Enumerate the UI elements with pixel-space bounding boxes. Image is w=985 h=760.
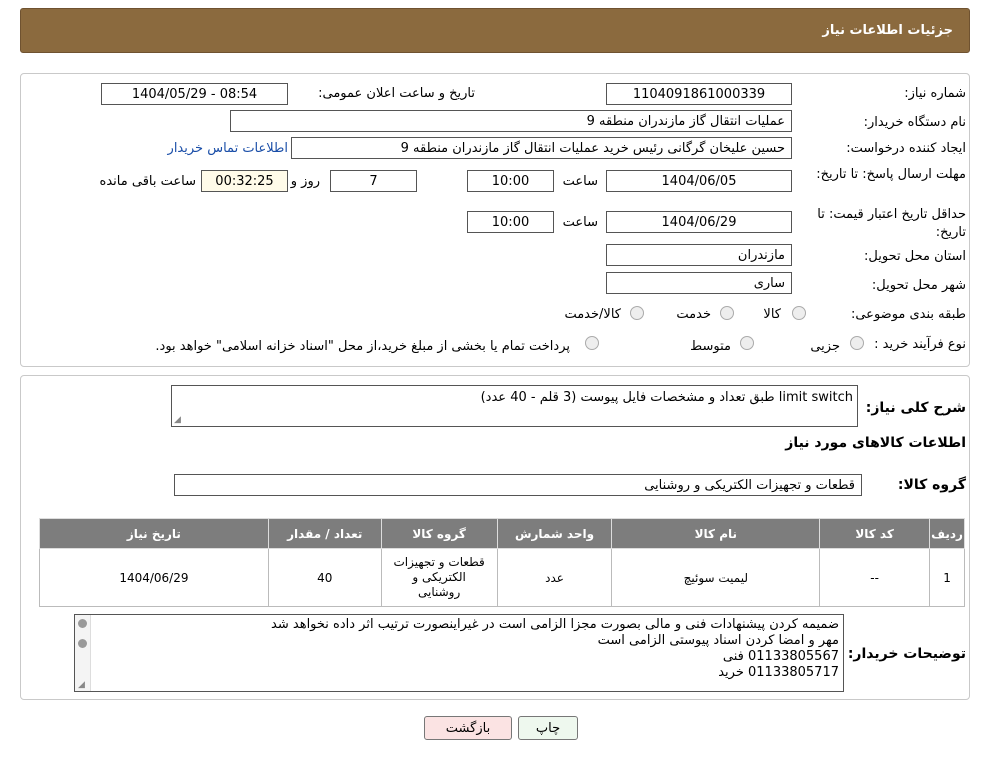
resize-handle-icon[interactable]: ◢ <box>174 415 181 425</box>
buyer-notes-scrollbar[interactable]: ◢ <box>75 615 91 691</box>
buyer-org-field: عملیات انتقال گاز مازندران منطقه 9 <box>230 110 792 132</box>
process-radio-treasury[interactable] <box>585 336 599 350</box>
category-radio-service[interactable] <box>720 306 734 320</box>
response-time-field: 10:00 <box>467 170 554 192</box>
category-option-goods: کالا <box>763 307 781 322</box>
col-header-row-number: ردیف <box>929 518 965 549</box>
col-header-goods-group: گروه کالا <box>380 518 498 549</box>
delivery-city-field: ساری <box>606 272 792 294</box>
buyer-notes-textarea[interactable]: ◢ ضمیمه کردن پیشنهادات فنی و مالی بصورت … <box>74 614 844 692</box>
goods-table-wrapper: ردیف کد کالا نام کالا واحد شمارش گروه کا… <box>39 518 965 607</box>
process-option-medium: متوسط <box>690 339 731 354</box>
col-header-quantity: تعداد / مقدار <box>267 518 382 549</box>
col-header-item-name: نام کالا <box>611 518 821 549</box>
category-radio-goods-service[interactable] <box>630 306 644 320</box>
process-type-label: نوع فرآیند خرید : <box>874 337 966 352</box>
price-validity-label: حداقل تاریخ اعتبار قیمت: تا تاریخ: <box>817 207 966 240</box>
requester-label: ایجاد کننده درخواست: <box>846 141 966 156</box>
days-label: روز و <box>290 174 320 189</box>
cell-need-date: 1404/06/29 <box>39 548 269 607</box>
buyer-notes-content: ضمیمه کردن پیشنهادات فنی و مالی بصورت مج… <box>271 617 839 681</box>
treasury-note: پرداخت تمام یا بخشی از مبلغ خرید،از محل … <box>155 339 570 354</box>
page-title: جزئیات اطلاعات نیاز <box>822 23 953 38</box>
scroll-up-icon[interactable] <box>78 619 87 628</box>
buyer-note-line: 01133805567 فنی <box>722 649 839 664</box>
buyer-note-line: ضمیمه کردن پیشنهادات فنی و مالی بصورت مج… <box>271 617 839 632</box>
delivery-province-label: استان محل تحویل: <box>864 249 966 264</box>
delivery-province-field: مازندران <box>606 244 792 266</box>
back-button[interactable]: بازگشت <box>424 716 512 740</box>
need-number-field: 1104091861000339 <box>606 83 792 105</box>
cell-item-name: لیمیت سوئیچ <box>611 548 821 607</box>
category-label: طبقه بندی موضوعی: <box>850 307 966 322</box>
category-option-service: خدمت <box>676 307 711 322</box>
need-summary-label: شرح کلی نیاز: <box>865 400 966 416</box>
days-field: 7 <box>330 170 417 192</box>
price-validity-time-field: 10:00 <box>467 211 554 233</box>
table-header-row: ردیف کد کالا نام کالا واحد شمارش گروه کا… <box>39 518 965 549</box>
category-option-goods-service: کالا/خدمت <box>564 307 621 322</box>
announce-datetime-label: تاریخ و ساعت اعلان عمومی: <box>318 86 475 101</box>
page-header: جزئیات اطلاعات نیاز <box>20 8 970 53</box>
buyer-notes-label: توضیحات خریدار: <box>847 646 966 662</box>
table-row: 1 -- لیمیت سوئیچ عدد قطعات و تجهیزات الک… <box>39 548 965 607</box>
buyer-contact-link[interactable]: اطلاعات تماس خریدار <box>168 141 288 156</box>
announce-datetime-field: 1404/05/29 - 08:54 <box>101 83 288 105</box>
goods-info-title: اطلاعات کالاهای مورد نیاز <box>785 435 966 451</box>
resize-handle-icon[interactable]: ◢ <box>78 680 85 690</box>
cell-goods-group: قطعات و تجهیزات الکتریکی و روشنایی <box>380 548 498 607</box>
category-radio-goods[interactable] <box>792 306 806 320</box>
delivery-city-label: شهر محل تحویل: <box>871 278 966 293</box>
buyer-org-label: نام دستگاه خریدار: <box>863 115 966 130</box>
goods-group-field: قطعات و تجهیزات الکتریکی و روشنایی <box>174 474 862 496</box>
need-number-label: شماره نیاز: <box>904 86 966 101</box>
process-option-minor: جزیی <box>810 339 840 354</box>
price-validity-time-label: ساعت <box>562 215 598 230</box>
goods-table: ردیف کد کالا نام کالا واحد شمارش گروه کا… <box>39 518 965 607</box>
col-header-need-date: تاریخ نیاز <box>39 518 269 549</box>
need-summary-text: limit switch طبق تعداد و مشخصات فایل پیو… <box>480 390 853 405</box>
response-date-field: 1404/06/05 <box>606 170 792 192</box>
price-validity-date-field: 1404/06/29 <box>606 211 792 233</box>
cell-unit: عدد <box>496 548 613 607</box>
cell-row-number: 1 <box>929 548 965 607</box>
remaining-label: ساعت باقی مانده <box>99 174 196 189</box>
remaining-time-field: 00:32:25 <box>201 170 288 192</box>
requester-field: حسین علیخان گرگانی رئیس خرید عملیات انتق… <box>291 137 792 159</box>
response-deadline-label: مهلت ارسال پاسخ: تا تاریخ: <box>816 167 966 182</box>
buyer-note-line: 01133805717 خرید <box>718 665 839 680</box>
print-button[interactable]: چاپ <box>518 716 578 740</box>
col-header-unit: واحد شمارش <box>496 518 613 549</box>
cell-item-code: -- <box>819 548 931 607</box>
response-time-label: ساعت <box>562 174 598 189</box>
col-header-item-code: کد کالا <box>819 518 931 549</box>
goods-group-label: گروه کالا: <box>897 477 966 493</box>
need-summary-textarea[interactable]: limit switch طبق تعداد و مشخصات فایل پیو… <box>171 385 858 427</box>
scroll-down-icon[interactable] <box>78 639 87 648</box>
buyer-note-line: مهر و امضا کردن اسناد پیوستی الزامی است <box>597 633 839 648</box>
process-radio-minor[interactable] <box>850 336 864 350</box>
cell-quantity: 40 <box>267 548 382 607</box>
process-radio-medium[interactable] <box>740 336 754 350</box>
